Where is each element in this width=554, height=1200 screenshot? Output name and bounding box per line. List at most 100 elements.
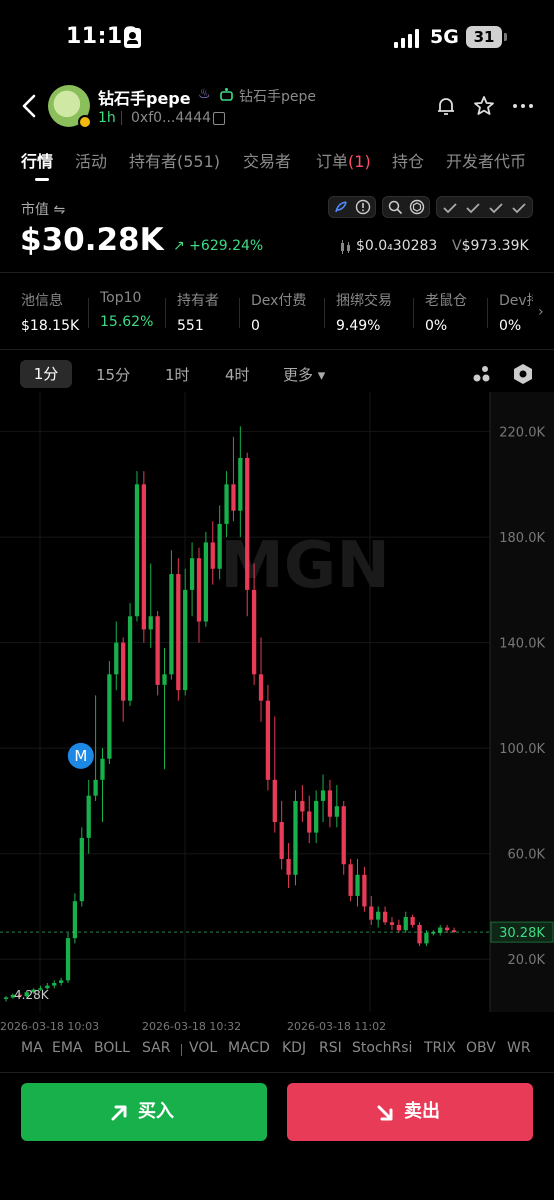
stat-dex-paid[interactable]: Dex付费0 xyxy=(251,290,306,334)
candle xyxy=(397,925,401,930)
indicator-trix[interactable]: TRIX xyxy=(424,1040,456,1056)
indicator-rsi[interactable]: RSI xyxy=(319,1040,342,1056)
stat-pool-info[interactable]: 池信息$18.15K xyxy=(21,290,79,334)
stats-row: 池信息$18.15K Top1015.62% 持有者551 Dex付费0 捆绑交… xyxy=(0,284,554,340)
arrow-down-right-icon xyxy=(375,1103,395,1123)
candle xyxy=(224,484,228,524)
candle xyxy=(66,938,70,980)
interval-more[interactable]: 更多 ▾ xyxy=(283,364,325,385)
indicator-ma[interactable]: MA xyxy=(21,1040,43,1056)
settings-icon[interactable] xyxy=(512,363,534,385)
candle xyxy=(162,674,166,685)
tab-holders[interactable]: 持有者(551) xyxy=(129,148,220,172)
candle xyxy=(300,801,304,812)
candle xyxy=(211,542,215,568)
candle xyxy=(362,875,366,907)
token-avatar[interactable] xyxy=(48,85,90,127)
interval-4h[interactable]: 4时 xyxy=(225,364,250,385)
signal-icon xyxy=(394,28,420,48)
y-tick-label: 220.0K xyxy=(499,426,545,441)
indicator-boll[interactable]: BOLL xyxy=(94,1040,130,1056)
candle xyxy=(204,542,208,621)
tab-activity[interactable]: 活动 xyxy=(75,148,107,172)
social-badge-group[interactable] xyxy=(328,196,376,218)
divider xyxy=(324,298,325,328)
indicator-wr[interactable]: WR xyxy=(507,1040,531,1056)
candle xyxy=(183,590,187,690)
candle xyxy=(155,616,159,685)
x-tick-label: 2026-03-18 10:32 xyxy=(142,1020,241,1032)
stat-holders[interactable]: 持有者551 xyxy=(177,290,219,334)
risk-badges xyxy=(328,196,533,218)
action-bar: 买入 卖出 xyxy=(0,1072,554,1200)
candle xyxy=(87,796,91,838)
back-arrow-icon[interactable] xyxy=(20,93,40,119)
indicator-ema[interactable]: EMA xyxy=(52,1040,83,1056)
interval-1h[interactable]: 1时 xyxy=(165,364,190,385)
stat-value: 9.49% xyxy=(336,318,392,334)
market-cap-label[interactable]: 市值 ⇋ xyxy=(21,199,65,219)
indicator-stochrsi[interactable]: StochRsi xyxy=(352,1040,412,1056)
candle xyxy=(355,875,359,896)
stat-dev-holding[interactable]: Dev持0% xyxy=(499,290,533,334)
candle xyxy=(128,616,132,700)
token-age: 1h xyxy=(98,110,116,126)
stat-bundled[interactable]: 捆绑交易9.49% xyxy=(336,290,392,334)
tab-positions[interactable]: 持仓 xyxy=(392,148,424,172)
y-tick-label: 60.0K xyxy=(508,848,546,863)
sell-button[interactable]: 卖出 xyxy=(287,1083,533,1141)
divider xyxy=(181,1044,182,1056)
check-icons xyxy=(443,201,529,215)
divider xyxy=(121,111,122,125)
buy-label: 买入 xyxy=(138,1101,174,1122)
candle xyxy=(190,558,194,590)
copy-icon[interactable] xyxy=(213,112,225,125)
tab-traders[interactable]: 交易者 xyxy=(243,148,291,172)
candle xyxy=(417,925,421,943)
stat-label: 持有者 xyxy=(177,290,219,310)
market-cap-value: $30.28K xyxy=(20,222,164,258)
tab-market[interactable]: 行情 xyxy=(21,148,53,172)
indicator-sar[interactable]: SAR xyxy=(142,1040,170,1056)
buy-button[interactable]: 买入 xyxy=(21,1083,267,1141)
candle xyxy=(335,806,339,817)
stat-value: $18.15K xyxy=(21,318,79,334)
tab-orders[interactable]: 订单(1) xyxy=(316,148,371,172)
candle xyxy=(411,917,415,925)
y-axis-panel xyxy=(490,392,554,1012)
indicator-macd[interactable]: MACD xyxy=(228,1040,270,1056)
candle xyxy=(293,801,297,875)
stat-value: 0% xyxy=(499,318,533,334)
tab-dev-tokens[interactable]: 开发者代币 xyxy=(446,148,526,172)
contract-address[interactable]: 0xf0...4444 xyxy=(131,110,211,126)
candle xyxy=(424,933,428,944)
x-tick-label: 2026-03-18 11:02 xyxy=(287,1020,386,1032)
contact-card-icon xyxy=(124,28,141,48)
indicator-obv[interactable]: OBV xyxy=(466,1040,496,1056)
candle xyxy=(252,590,256,674)
market-cap-change: ↗ +629.24% xyxy=(173,238,263,254)
interval-bar: 1分 15分 1时 4时 更多 ▾ xyxy=(0,360,554,390)
checks-badge-group[interactable] xyxy=(436,196,533,218)
feather-icon xyxy=(334,200,348,214)
interval-1m[interactable]: 1分 xyxy=(20,360,72,388)
divider xyxy=(0,349,554,350)
drawing-tools-icon[interactable] xyxy=(472,364,492,384)
interval-15m[interactable]: 15分 xyxy=(96,364,130,385)
indicator-kdj[interactable]: KDJ xyxy=(282,1040,306,1056)
volume-value: $973.39K xyxy=(462,238,529,254)
stat-insiders[interactable]: 老鼠仓0% xyxy=(425,290,467,334)
stat-top10[interactable]: Top1015.62% xyxy=(100,290,153,330)
more-icon[interactable] xyxy=(511,94,535,118)
chevron-right-icon[interactable]: › xyxy=(538,304,544,320)
indicator-vol[interactable]: VOL xyxy=(189,1040,217,1056)
candle xyxy=(100,759,104,780)
candle xyxy=(259,674,263,700)
bell-icon[interactable] xyxy=(434,94,458,118)
token-header: 钻石手pepe ♨ 钻石手pepe 1h 0xf0...4444 xyxy=(0,80,554,132)
price-chart[interactable]: 220.0K180.0K140.0K100.0K60.0K20.0KMGN30.… xyxy=(0,392,554,1032)
candle xyxy=(59,980,63,983)
tab-orders-label: 订单 xyxy=(316,152,348,171)
star-icon[interactable] xyxy=(472,94,496,118)
search-badge-group[interactable] xyxy=(382,196,430,218)
